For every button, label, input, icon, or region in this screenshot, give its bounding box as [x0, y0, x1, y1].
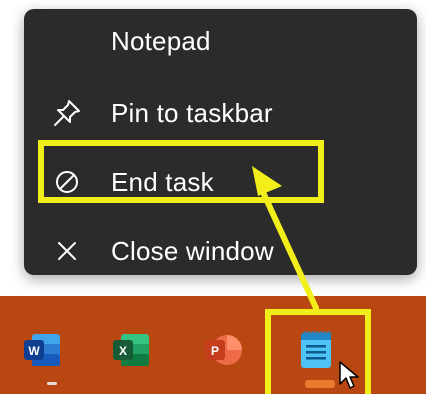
excel-letter: X [119, 344, 127, 358]
pin-icon [54, 100, 80, 126]
excel-icon[interactable]: X [111, 330, 151, 370]
menu-item-pin-to-taskbar[interactable]: Pin to taskbar [24, 89, 417, 137]
close-icon [58, 242, 76, 260]
powerpoint-letter: P [211, 344, 219, 358]
menu-item-close-window[interactable]: Close window [24, 227, 417, 275]
menu-item-label: Pin to taskbar [111, 97, 273, 128]
powerpoint-icon[interactable]: P [203, 330, 243, 370]
menu-item-label: Close window [111, 235, 274, 266]
mouse-cursor-icon [339, 361, 359, 389]
running-indicator [47, 382, 57, 385]
menu-app-title-label: Notepad [111, 25, 211, 56]
word-icon[interactable]: W [22, 330, 62, 370]
word-letter: W [28, 344, 40, 358]
end-task-highlight [38, 140, 324, 203]
menu-item-app-title[interactable]: Notepad [24, 17, 417, 65]
